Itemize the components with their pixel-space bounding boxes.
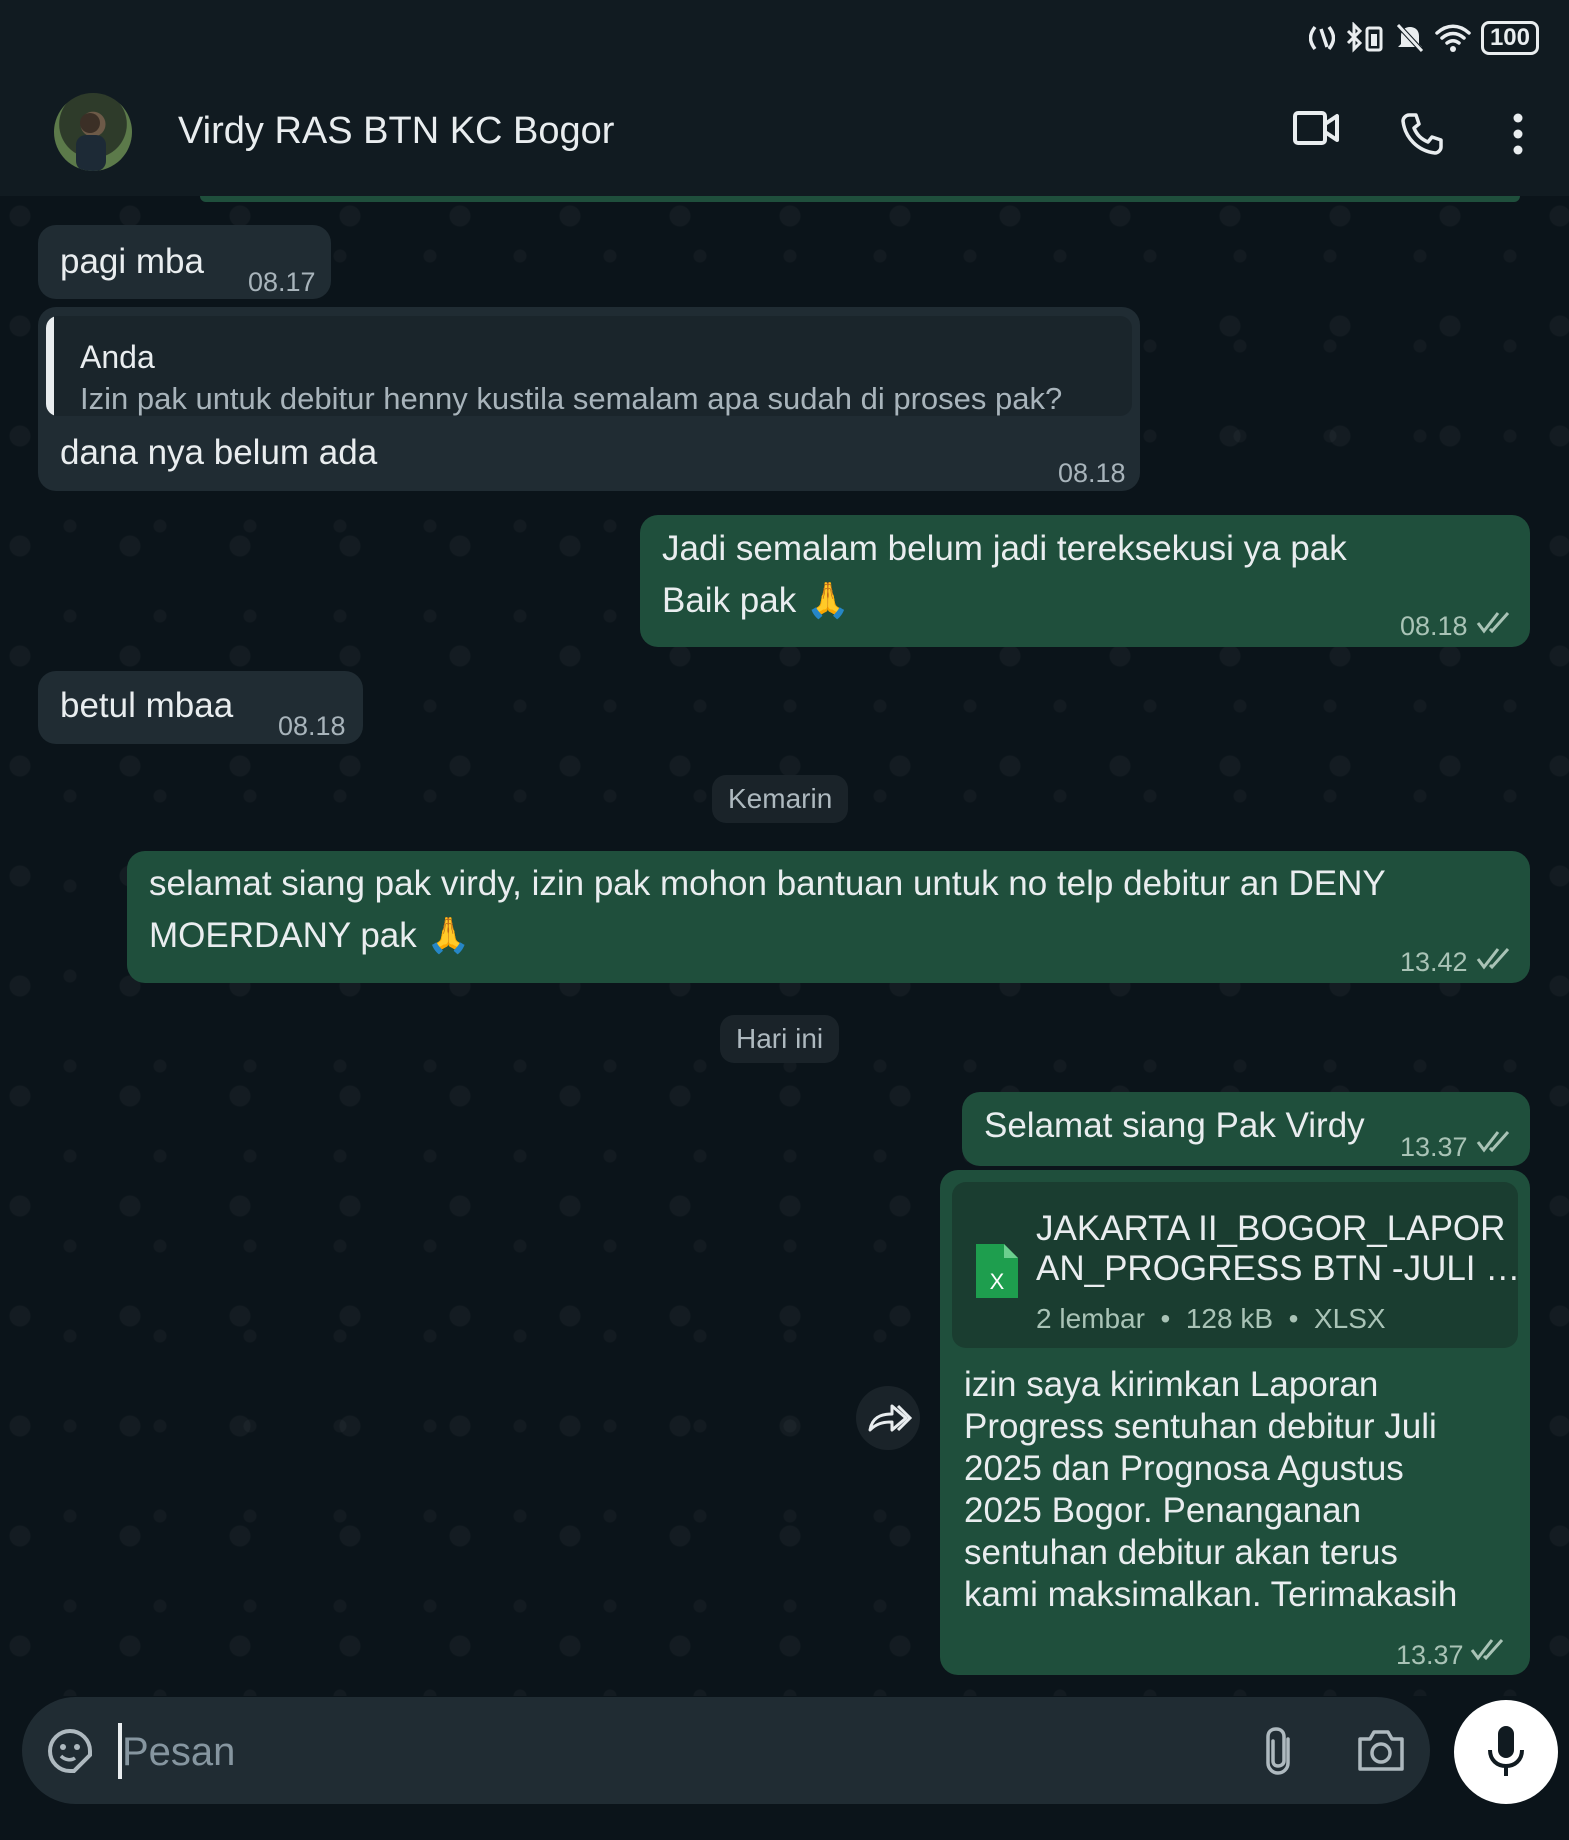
xlsx-file-icon: X: [976, 1244, 1018, 1298]
wifi-icon: [1435, 24, 1471, 52]
caption-line: Progress sentuhan debitur Juli: [964, 1407, 1437, 1446]
file-size: 128 kB: [1185, 1303, 1274, 1334]
bluetooth-icon: [1346, 22, 1383, 53]
caption-line: kami maksimalkan. Terimakasih: [964, 1575, 1458, 1614]
file-name-line1: JAKARTA II_BOGOR_LAPOR: [1036, 1209, 1506, 1248]
incoming-message[interactable]: pagi mba 08.17: [38, 225, 331, 299]
microphone-icon: [1488, 1726, 1524, 1776]
message-text-line2: Baik pak: [662, 581, 797, 620]
message-time: 13.42: [1400, 947, 1468, 977]
file-name-line2: AN_PROGRESS BTN -JULI …: [1036, 1249, 1521, 1288]
caption-line: 2025 dan Prognosa Agustus: [964, 1449, 1404, 1488]
message-time: 08.17: [248, 267, 316, 297]
read-ticks-icon: [1470, 1639, 1504, 1661]
quote-author: Anda: [80, 339, 155, 375]
pray-emoji: 🙏: [426, 916, 471, 956]
pray-emoji: 🙏: [805, 581, 850, 621]
message-text: dana nya belum ada: [60, 433, 378, 472]
document-card[interactable]: X JAKARTA II_BOGOR_LAPOR AN_PROGRESS BTN…: [952, 1182, 1521, 1348]
caption-line: sentuhan debitur akan terus: [964, 1533, 1398, 1572]
caption-line: izin saya kirimkan Laporan: [964, 1365, 1379, 1404]
message-text-line1: Jadi semalam belum jadi tereksekusi ya p…: [662, 529, 1347, 568]
forward-icon: [868, 1404, 912, 1432]
read-ticks-icon: [1476, 612, 1510, 634]
file-pages: 2 lembar: [1036, 1303, 1145, 1334]
caption-line: 2025 Bogor. Penanganan: [964, 1491, 1362, 1530]
video-call-icon[interactable]: [1292, 108, 1340, 148]
outgoing-message[interactable]: Selamat siang Pak Virdy 13.37: [962, 1092, 1530, 1166]
message-time: 08.18: [1400, 611, 1468, 641]
svg-text:X: X: [990, 1269, 1005, 1294]
file-meta: 2 lembar • 128 kB • XLSX: [1036, 1303, 1386, 1334]
message-time: 13.37: [1396, 1640, 1464, 1670]
message-input[interactable]: [120, 1717, 1024, 1787]
incoming-message[interactable]: betul mbaa 08.18: [38, 671, 363, 744]
voice-record-button[interactable]: [1454, 1700, 1558, 1804]
document-caption: izin saya kirimkan Laporan Progress sent…: [964, 1364, 1457, 1616]
incoming-reply-message[interactable]: Anda Izin pak untuk debitur henny kustil…: [38, 307, 1140, 491]
outgoing-message[interactable]: Jadi semalam belum jadi tereksekusi ya p…: [640, 515, 1530, 647]
forward-button[interactable]: [856, 1386, 920, 1450]
quote-text: Izin pak untuk debitur henny kustila sem…: [80, 381, 1063, 416]
mute-bell-icon: [1396, 23, 1424, 53]
date-separator: Hari ini: [720, 1015, 840, 1063]
previous-bubble-edge: [200, 196, 1520, 202]
camera-icon[interactable]: [1356, 1727, 1406, 1773]
avatar[interactable]: [54, 93, 132, 171]
message-text: betul mbaa: [60, 686, 234, 725]
outgoing-document-message[interactable]: X JAKARTA II_BOGOR_LAPOR AN_PROGRESS BTN…: [940, 1170, 1530, 1675]
read-ticks-icon: [1476, 1131, 1510, 1153]
nfc-icon: [1308, 25, 1335, 51]
more-options-icon[interactable]: [1508, 112, 1528, 156]
message-time: 08.18: [1058, 458, 1126, 488]
message-text-line2: MOERDANY pak: [149, 916, 417, 955]
message-text: Selamat siang Pak Virdy: [984, 1106, 1365, 1145]
status-icons: 100: [1308, 18, 1539, 58]
battery-indicator: 100: [1480, 21, 1539, 55]
sticker-emoji-icon[interactable]: [46, 1727, 94, 1775]
attachment-clip-icon[interactable]: [1260, 1725, 1296, 1777]
message-text-line1: selamat siang pak virdy, izin pak mohon …: [149, 864, 1386, 903]
message-input-bar: [22, 1697, 1430, 1804]
message-time: 13.37: [1400, 1132, 1468, 1162]
message-time: 08.18: [278, 711, 346, 741]
outgoing-message[interactable]: selamat siang pak virdy, izin pak mohon …: [127, 851, 1530, 983]
message-text: pagi mba: [60, 242, 204, 281]
voice-call-icon[interactable]: [1400, 112, 1444, 156]
quote-bar: [46, 316, 54, 416]
date-separator: Kemarin: [712, 775, 849, 823]
file-type: XLSX: [1313, 1303, 1386, 1334]
read-ticks-icon: [1476, 948, 1510, 970]
contact-name[interactable]: Virdy RAS BTN KC Bogor: [178, 110, 614, 153]
quoted-message[interactable]: Anda Izin pak untuk debitur henny kustil…: [46, 316, 1132, 416]
